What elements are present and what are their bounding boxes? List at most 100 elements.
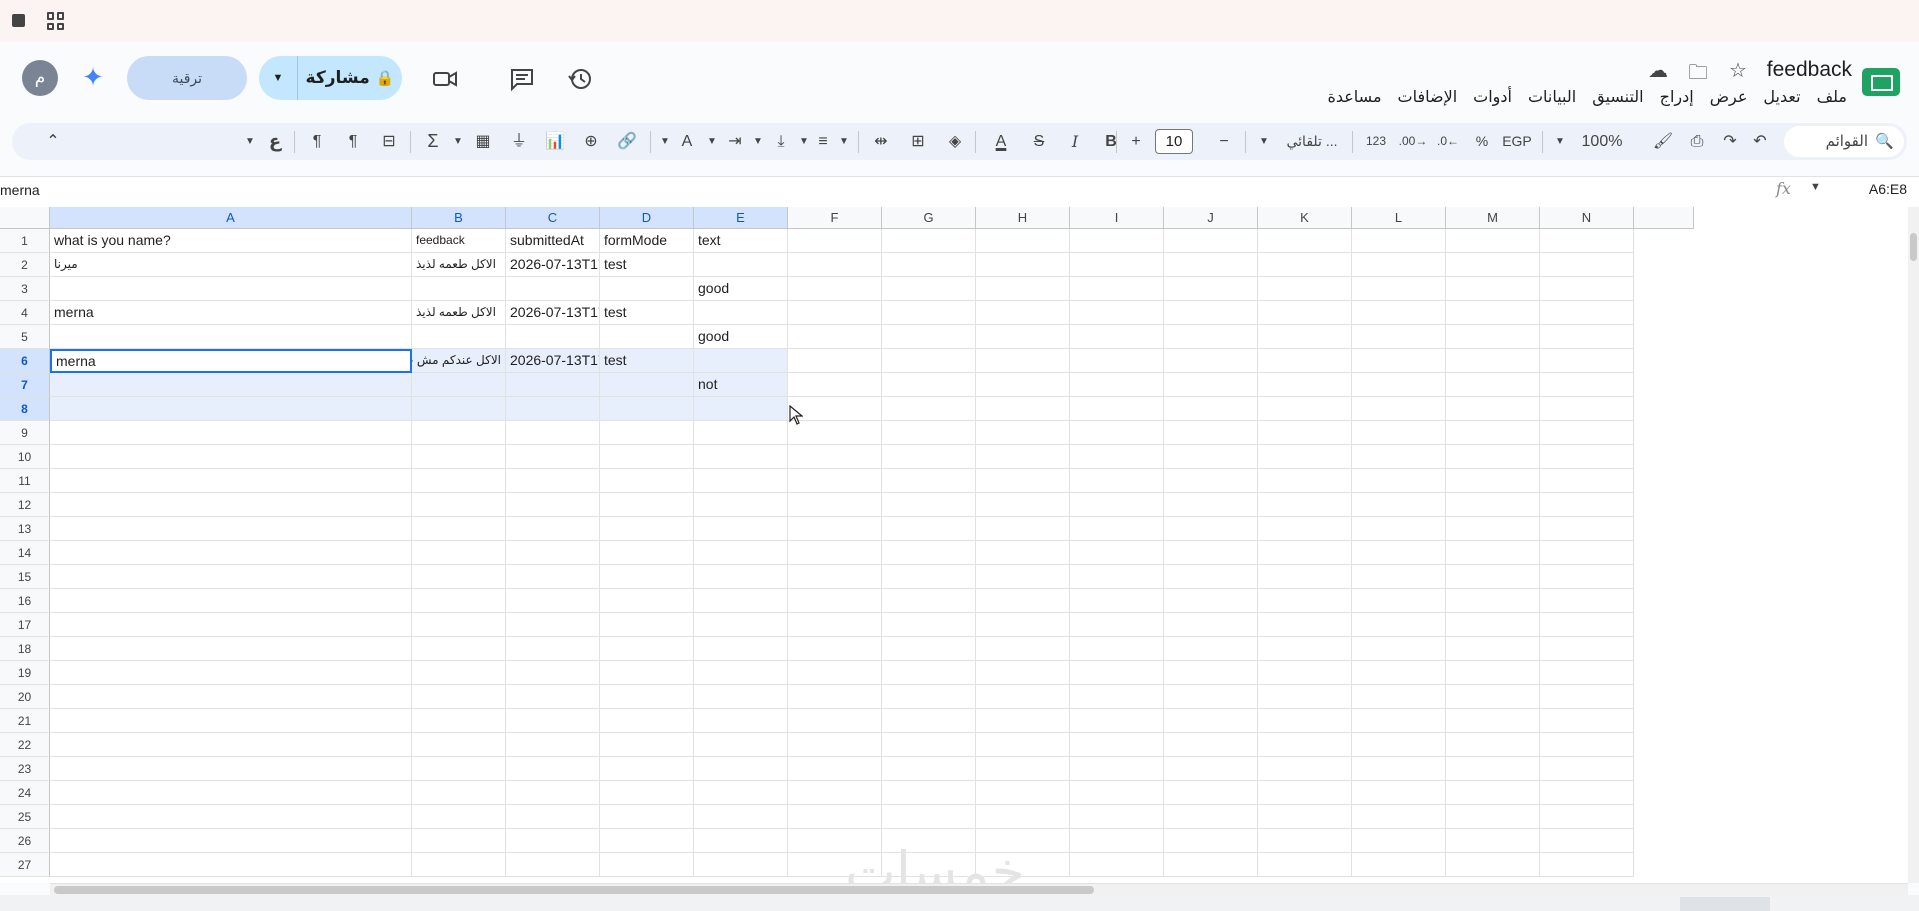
cell-J13[interactable] bbox=[1164, 517, 1258, 541]
row-header-13[interactable]: 13 bbox=[0, 517, 50, 541]
cell-M19[interactable] bbox=[1446, 661, 1540, 685]
cell-A19[interactable] bbox=[50, 661, 412, 685]
cell-B16[interactable] bbox=[412, 589, 506, 613]
cell-B26[interactable] bbox=[412, 829, 506, 853]
cell-J6[interactable] bbox=[1164, 349, 1258, 373]
cell-E14[interactable] bbox=[694, 541, 788, 565]
cell-E11[interactable] bbox=[694, 469, 788, 493]
cell-L10[interactable] bbox=[1352, 445, 1446, 469]
cell-J22[interactable] bbox=[1164, 733, 1258, 757]
cell-C5[interactable] bbox=[506, 325, 600, 349]
cell-A7[interactable] bbox=[50, 373, 412, 397]
cell-F14[interactable] bbox=[788, 541, 882, 565]
cell-D5[interactable] bbox=[600, 325, 694, 349]
cell-M24[interactable] bbox=[1446, 781, 1540, 805]
sheets-logo-icon[interactable] bbox=[1862, 68, 1900, 96]
cell-B14[interactable] bbox=[412, 541, 506, 565]
cell-N7[interactable] bbox=[1540, 373, 1634, 397]
cell-G6[interactable] bbox=[882, 349, 976, 373]
cell-A24[interactable] bbox=[50, 781, 412, 805]
row-header-5[interactable]: 5 bbox=[0, 325, 50, 349]
language-dropdown-icon[interactable]: ▼ bbox=[242, 123, 258, 160]
cell-G25[interactable] bbox=[882, 805, 976, 829]
cell-E3[interactable]: good bbox=[694, 277, 788, 301]
column-header-E[interactable]: E bbox=[694, 207, 788, 229]
cell-M7[interactable] bbox=[1446, 373, 1540, 397]
cell-I6[interactable] bbox=[1070, 349, 1164, 373]
cell-H15[interactable] bbox=[976, 565, 1070, 589]
cell-J15[interactable] bbox=[1164, 565, 1258, 589]
menu-view[interactable]: عرض bbox=[1710, 87, 1748, 107]
cell-I22[interactable] bbox=[1070, 733, 1164, 757]
cell-M4[interactable] bbox=[1446, 301, 1540, 325]
cell-K19[interactable] bbox=[1258, 661, 1352, 685]
cell-M11[interactable] bbox=[1446, 469, 1540, 493]
cell-E4[interactable] bbox=[694, 301, 788, 325]
cell-G9[interactable] bbox=[882, 421, 976, 445]
cell-C3[interactable] bbox=[506, 277, 600, 301]
print-icon[interactable]: ⎙ bbox=[1684, 123, 1710, 160]
cell-A3[interactable] bbox=[50, 277, 412, 301]
cell-G11[interactable] bbox=[882, 469, 976, 493]
horizontal-scroll-thumb[interactable] bbox=[54, 886, 1094, 894]
cell-I11[interactable] bbox=[1070, 469, 1164, 493]
cell-D6[interactable]: test bbox=[600, 349, 694, 373]
cell-L24[interactable] bbox=[1352, 781, 1446, 805]
cell-D3[interactable] bbox=[600, 277, 694, 301]
column-header-A[interactable]: A bbox=[50, 207, 412, 229]
cell-I12[interactable] bbox=[1070, 493, 1164, 517]
cell-N20[interactable] bbox=[1540, 685, 1634, 709]
cell-N24[interactable] bbox=[1540, 781, 1634, 805]
cell-D8[interactable] bbox=[600, 397, 694, 421]
cell-M23[interactable] bbox=[1446, 757, 1540, 781]
cell-C4[interactable]: 2026-07-13T17:4 bbox=[506, 301, 600, 325]
cell-C14[interactable] bbox=[506, 541, 600, 565]
cell-K4[interactable] bbox=[1258, 301, 1352, 325]
cell-F13[interactable] bbox=[788, 517, 882, 541]
row-header-20[interactable]: 20 bbox=[0, 685, 50, 709]
cell-I16[interactable] bbox=[1070, 589, 1164, 613]
row-header-8[interactable]: 8 bbox=[0, 397, 50, 421]
cell-I13[interactable] bbox=[1070, 517, 1164, 541]
cell-K1[interactable] bbox=[1258, 229, 1352, 253]
cell-M27[interactable] bbox=[1446, 853, 1540, 877]
cell-M6[interactable] bbox=[1446, 349, 1540, 373]
cell-D26[interactable] bbox=[600, 829, 694, 853]
cell-N16[interactable] bbox=[1540, 589, 1634, 613]
cell-H8[interactable] bbox=[976, 397, 1070, 421]
cell-C23[interactable] bbox=[506, 757, 600, 781]
cell-B22[interactable] bbox=[412, 733, 506, 757]
cell-K10[interactable] bbox=[1258, 445, 1352, 469]
cell-I14[interactable] bbox=[1070, 541, 1164, 565]
column-header-D[interactable]: D bbox=[600, 207, 694, 229]
cell-F12[interactable] bbox=[788, 493, 882, 517]
cell-C17[interactable] bbox=[506, 613, 600, 637]
cell-G20[interactable] bbox=[882, 685, 976, 709]
cell-N27[interactable] bbox=[1540, 853, 1634, 877]
cell-J25[interactable] bbox=[1164, 805, 1258, 829]
row-header-10[interactable]: 10 bbox=[0, 445, 50, 469]
name-box[interactable]: A6:E8 bbox=[1869, 181, 1907, 197]
column-header-C[interactable]: C bbox=[506, 207, 600, 229]
cell-E26[interactable] bbox=[694, 829, 788, 853]
cell-A4[interactable]: merna bbox=[50, 301, 412, 325]
cell-M20[interactable] bbox=[1446, 685, 1540, 709]
column-header-H[interactable]: H bbox=[976, 207, 1070, 229]
font-select[interactable]: تلقائي ... bbox=[1277, 123, 1347, 160]
text-rotation-icon[interactable]: A bbox=[674, 123, 700, 160]
number-format-button[interactable]: 123 bbox=[1360, 123, 1392, 160]
cell-N21[interactable] bbox=[1540, 709, 1634, 733]
cell-F16[interactable] bbox=[788, 589, 882, 613]
cell-K8[interactable] bbox=[1258, 397, 1352, 421]
wrap-dropdown-icon[interactable]: ▼ bbox=[750, 123, 766, 160]
cell-A20[interactable] bbox=[50, 685, 412, 709]
cell-L2[interactable] bbox=[1352, 253, 1446, 277]
column-header-J[interactable]: J bbox=[1164, 207, 1258, 229]
cell-H12[interactable] bbox=[976, 493, 1070, 517]
cell-L9[interactable] bbox=[1352, 421, 1446, 445]
cell-G3[interactable] bbox=[882, 277, 976, 301]
cell-N10[interactable] bbox=[1540, 445, 1634, 469]
cell-L1[interactable] bbox=[1352, 229, 1446, 253]
cell-N25[interactable] bbox=[1540, 805, 1634, 829]
cell-L5[interactable] bbox=[1352, 325, 1446, 349]
